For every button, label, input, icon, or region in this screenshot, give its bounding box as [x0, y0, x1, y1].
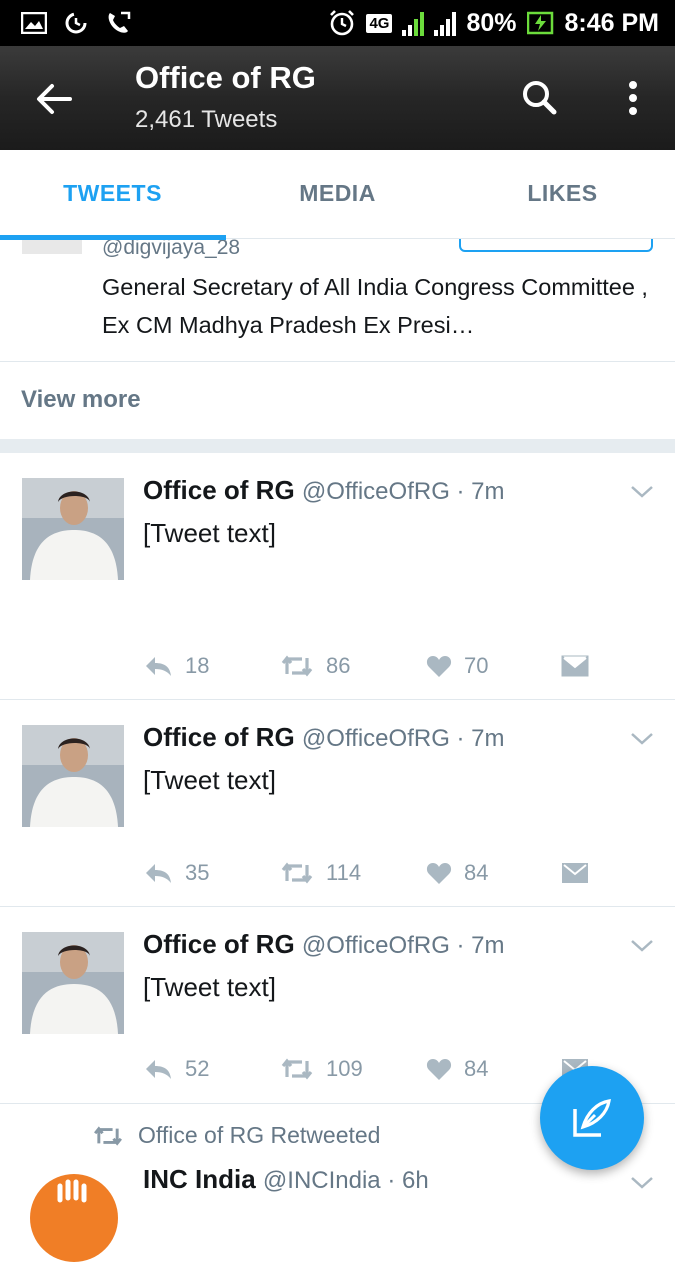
reply-icon: [146, 657, 171, 676]
reply-button[interactable]: 18: [143, 653, 280, 679]
retweet-button[interactable]: 109: [280, 1056, 426, 1082]
like-button[interactable]: 84: [426, 860, 561, 886]
chevron-down-icon[interactable]: [630, 732, 654, 746]
like-count: 84: [464, 860, 489, 885]
tweet-text: [Tweet text]: [143, 972, 276, 1002]
view-more-label: View more: [21, 386, 141, 413]
tweet-text: [Tweet text]: [143, 765, 276, 795]
retweet-count: 86: [326, 653, 351, 678]
alarm-icon: [328, 10, 356, 36]
retweet-context: Office of RG Retweeted: [92, 1122, 380, 1149]
author-name[interactable]: Office of RG: [143, 929, 295, 959]
tweet[interactable]: Office of RG @OfficeOfRG · 7m [Tweet tex…: [0, 700, 675, 907]
network-type-badge: 4G: [366, 13, 393, 33]
reply-icon: [146, 1060, 171, 1079]
heart-icon: [426, 1059, 452, 1080]
direct-message-button[interactable]: [561, 654, 589, 678]
call-icon: [104, 11, 132, 35]
avatar[interactable]: [30, 1174, 118, 1262]
tweet[interactable]: Office of RG @OfficeOfRG · 7m [Tweet tex…: [0, 453, 675, 700]
battery-percent: 80%: [466, 8, 517, 37]
avatar[interactable]: [22, 725, 124, 827]
direct-message-button[interactable]: [561, 861, 589, 885]
gallery-icon: [20, 11, 48, 35]
tweet-actions: 18 86 70: [143, 651, 653, 681]
envelope-icon: [561, 655, 589, 677]
retweet-context-label: Office of RG Retweeted: [138, 1122, 381, 1148]
author-handle: @OfficeOfRG · 7m: [301, 725, 505, 752]
like-button[interactable]: 84: [426, 1056, 561, 1082]
author-name[interactable]: Office of RG: [143, 475, 295, 505]
chevron-down-icon[interactable]: [630, 939, 654, 953]
tweet-meta: Office of RG @OfficeOfRG · 7m: [143, 929, 505, 960]
search-icon[interactable]: [518, 76, 562, 120]
envelope-icon: [562, 863, 588, 883]
signal-icon: [402, 10, 425, 36]
tweet-count: 2,461 Tweets: [135, 106, 278, 133]
like-count: 70: [464, 653, 489, 678]
heart-icon: [426, 656, 452, 677]
reply-count: 18: [185, 653, 210, 678]
signal-icon: [434, 10, 457, 36]
tab-media[interactable]: MEDIA: [225, 150, 450, 238]
tweet-meta: INC India @INCIndia · 6h: [143, 1164, 429, 1195]
tab-likes[interactable]: LIKES: [450, 150, 675, 238]
view-more-link[interactable]: View more: [0, 362, 675, 440]
retweet-button[interactable]: 114: [280, 860, 426, 886]
avatar[interactable]: [22, 478, 124, 580]
battery-charging-icon: [526, 11, 555, 35]
compose-icon: [573, 1099, 611, 1137]
section-divider: [0, 439, 675, 453]
clock: 8:46 PM: [564, 8, 659, 37]
reply-button[interactable]: 52: [143, 1056, 280, 1082]
data-saver-icon: [62, 11, 90, 35]
status-bar: 4G 80% 8:46 PM: [0, 0, 675, 46]
reply-count: 52: [185, 1056, 210, 1081]
tab-tweets[interactable]: TWEETS: [0, 150, 226, 240]
page-title: Office of RG: [135, 60, 316, 95]
retweet-icon: [94, 1125, 122, 1146]
like-button[interactable]: 70: [426, 653, 561, 679]
profile-tabs: TWEETS MEDIA LIKES: [0, 150, 675, 240]
account-bio: General Secretary of All India Congress …: [102, 274, 648, 338]
author-handle: @OfficeOfRG · 7m: [301, 932, 505, 959]
back-arrow-icon[interactable]: [30, 74, 80, 124]
like-count: 84: [464, 1056, 489, 1081]
author-name[interactable]: Office of RG: [143, 722, 295, 752]
retweet-icon: [281, 655, 313, 677]
profile-header: Office of RG 2,461 Tweets: [0, 46, 675, 150]
retweet-count: 114: [326, 860, 362, 885]
reply-icon: [146, 864, 171, 883]
author-handle: @INCIndia · 6h: [262, 1167, 429, 1194]
heart-icon: [426, 863, 452, 884]
reply-count: 35: [185, 860, 210, 885]
avatar[interactable]: [22, 932, 124, 1034]
tweet-meta: Office of RG @OfficeOfRG · 7m: [143, 475, 505, 506]
retweet-button[interactable]: 86: [280, 653, 426, 679]
author-name[interactable]: INC India: [143, 1164, 256, 1194]
tweet-meta: Office of RG @OfficeOfRG · 7m: [143, 722, 505, 753]
chevron-down-icon[interactable]: [630, 1176, 654, 1190]
compose-tweet-button[interactable]: [540, 1066, 644, 1170]
retweet-icon: [281, 1058, 313, 1080]
reply-button[interactable]: 35: [143, 860, 280, 886]
retweet-icon: [281, 862, 313, 884]
tweet-actions: 35 114 84: [143, 858, 653, 888]
chevron-down-icon[interactable]: [630, 485, 654, 499]
author-handle: @OfficeOfRG · 7m: [301, 478, 505, 505]
more-vertical-icon[interactable]: [616, 76, 650, 120]
tweet-text: [Tweet text]: [143, 518, 276, 548]
retweet-count: 109: [326, 1056, 363, 1081]
